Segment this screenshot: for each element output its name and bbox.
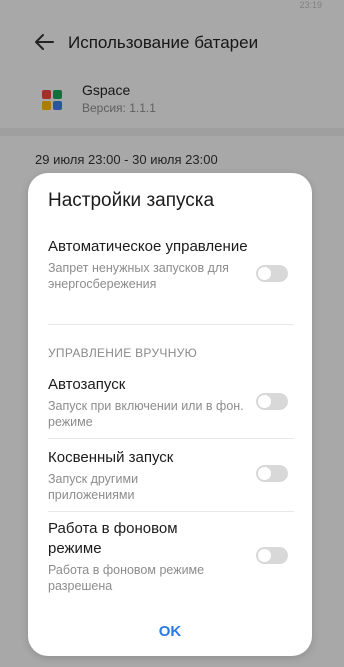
indirect-launch-row[interactable]: Косвенный запуск Запуск другими приложен… — [48, 448, 294, 503]
indirect-launch-description: Запуск другими приложениями — [48, 472, 139, 502]
indirect-launch-toggle[interactable] — [256, 465, 288, 482]
autostart-label: Автозапуск — [48, 376, 126, 393]
dialog-title: Настройки запуска — [48, 190, 215, 211]
autostart-row[interactable]: Автозапуск Запуск при включении или в фо… — [48, 375, 294, 430]
divider — [48, 438, 294, 439]
ok-button[interactable]: OK — [28, 623, 312, 640]
background-run-description: Работа в фоновом режиме разрешена — [48, 563, 205, 593]
autostart-description: Запуск при включении или в фон. режиме — [48, 399, 244, 429]
auto-management-row[interactable]: Автоматическое управление Запрет ненужны… — [48, 237, 294, 292]
divider — [48, 511, 294, 512]
auto-management-toggle[interactable] — [256, 265, 288, 282]
indirect-launch-label: Косвенный запуск — [48, 449, 174, 466]
background-run-row[interactable]: Работа в фоновом режиме Работа в фоновом… — [48, 519, 294, 594]
background-run-label: Работа в фоновом режиме — [48, 520, 178, 557]
divider — [48, 324, 294, 325]
auto-management-label: Автоматическое управление — [48, 238, 248, 255]
auto-management-description: Запрет ненужных запусков для энергосбере… — [48, 261, 229, 291]
manual-section-header: УПРАВЛЕНИЕ ВРУЧНУЮ — [48, 346, 198, 360]
launch-settings-dialog: Настройки запуска Автоматическое управле… — [28, 173, 312, 656]
autostart-toggle[interactable] — [256, 393, 288, 410]
background-run-toggle[interactable] — [256, 547, 288, 564]
